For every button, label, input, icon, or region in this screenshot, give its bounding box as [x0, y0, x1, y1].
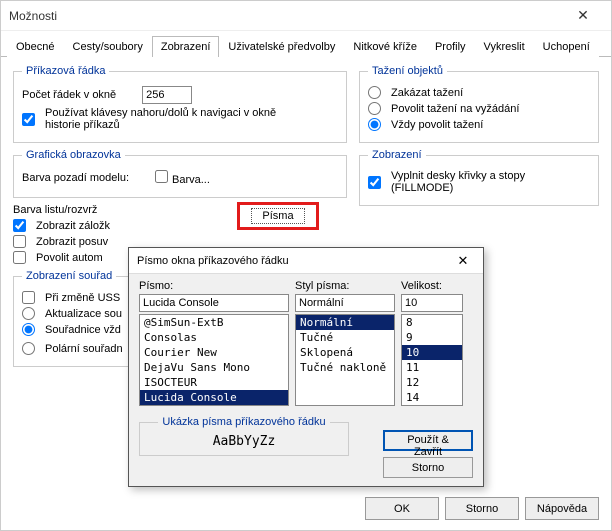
tab-general[interactable]: Obecné — [7, 36, 64, 57]
fillmode-checkbox[interactable] — [368, 176, 381, 189]
tabs-checkbox[interactable] — [13, 219, 26, 232]
legend-drag: Tažení objektů — [368, 65, 447, 77]
options-window: Možnosti ✕ Obecné Cesty/soubory Zobrazen… — [0, 0, 612, 531]
tab-paths[interactable]: Cesty/soubory — [64, 36, 152, 57]
drag-always-label: Vždy povolit tažení — [391, 119, 483, 131]
usekeys-checkbox[interactable] — [22, 113, 35, 126]
font-cancel-button[interactable]: Storno — [383, 457, 473, 478]
fillmode-label: Vyplnit desky křivky a stopy (FILLMODE) — [391, 170, 590, 194]
group-drag: Tažení objektů Zakázat tažení Povolit ta… — [359, 65, 599, 143]
bgcolor-label: Barva pozadí modelu: — [22, 172, 129, 184]
font-label: Písmo: — [139, 280, 289, 292]
tab-render[interactable]: Vykreslit — [475, 36, 534, 57]
list-item[interactable]: Courier New — [140, 345, 288, 360]
size-listbox[interactable]: 8 9 10 11 12 14 — [401, 314, 463, 406]
scroll-checkbox[interactable] — [13, 235, 26, 248]
font-dialog-close-icon[interactable]: ✕ — [451, 253, 475, 269]
list-item[interactable]: Consolas — [140, 330, 288, 345]
list-item[interactable]: ISOCTEUR — [140, 375, 288, 390]
tab-snap[interactable]: Uchopení — [534, 36, 599, 57]
tabstrip: Obecné Cesty/soubory Zobrazení Uživatels… — [1, 31, 611, 57]
list-item[interactable]: Tučné nakloně — [296, 360, 394, 375]
list-item[interactable]: Sklopená — [296, 345, 394, 360]
color-button-label[interactable]: Barva... — [172, 174, 210, 186]
sample-group: Ukázka písma příkazového řádku AaBbYyZz — [139, 416, 349, 456]
list-item[interactable]: Normální — [296, 315, 394, 330]
fonts-button[interactable]: Písma — [251, 208, 304, 224]
sheet-color-label: Barva listu/rozvrž — [13, 204, 97, 216]
drag-none-radio[interactable] — [368, 86, 381, 99]
size-input[interactable] — [401, 294, 463, 312]
tab-profiles[interactable]: Profily — [426, 36, 475, 57]
list-item[interactable]: Tučné — [296, 330, 394, 345]
list-item[interactable]: 8 — [402, 315, 462, 330]
list-item[interactable]: @SimSun-ExtB — [140, 315, 288, 330]
update-radio[interactable] — [22, 307, 35, 320]
close-icon[interactable]: ✕ — [563, 2, 603, 30]
list-item[interactable]: 12 — [402, 375, 462, 390]
group-view: Zobrazení Vyplnit desky křivky a stopy (… — [359, 149, 599, 206]
usekeys-label: Používat klávesy nahoru/dolů k navigaci … — [45, 107, 305, 131]
style-listbox[interactable]: Normální Tučné Sklopená Tučné nakloně — [295, 314, 395, 406]
tabs-label: Zobrazit záložk — [36, 220, 110, 232]
drag-none-label: Zakázat tažení — [391, 87, 463, 99]
tab-crosshair[interactable]: Nitkové kříže — [344, 36, 426, 57]
fonts-highlight: Písma — [237, 202, 319, 230]
legend-commandline: Příkazová řádka — [22, 65, 109, 77]
color-checkbox[interactable] — [155, 170, 168, 183]
sample-text: AaBbYyZz — [146, 434, 342, 449]
drag-demand-label: Povolit tažení na vyžádání — [391, 103, 519, 115]
titlebar: Možnosti ✕ — [1, 1, 611, 31]
font-dialog-titlebar: Písmo okna příkazového řádku ✕ — [129, 248, 483, 274]
list-item[interactable]: 14 — [402, 390, 462, 405]
polar-radio[interactable] — [22, 342, 35, 355]
apply-close-button[interactable]: Použít & Zavřít — [383, 430, 473, 451]
list-item[interactable]: 10 — [402, 345, 462, 360]
update-label: Aktualizace sou — [45, 308, 122, 320]
cancel-button[interactable]: Storno — [445, 497, 519, 520]
font-input[interactable] — [139, 294, 289, 312]
tab-userprefs[interactable]: Uživatelské předvolby — [219, 36, 344, 57]
always-radio[interactable] — [22, 323, 35, 336]
ok-button[interactable]: OK — [365, 497, 439, 520]
size-label: Velikost: — [401, 280, 463, 292]
window-title: Možnosti — [9, 9, 563, 23]
group-commandline: Příkazová řádka Počet řádek v okně Použí… — [13, 65, 347, 143]
ucs-label: Při změně USS — [45, 292, 120, 304]
list-item[interactable]: 11 — [402, 360, 462, 375]
dialog-buttons: OK Storno Nápověda — [365, 497, 599, 520]
rows-label: Počet řádek v okně — [22, 89, 116, 101]
drag-demand-radio[interactable] — [368, 102, 381, 115]
style-input[interactable] — [295, 294, 395, 312]
list-item[interactable]: 9 — [402, 330, 462, 345]
legend-coord: Zobrazení souřad — [22, 270, 116, 282]
legend-view: Zobrazení — [368, 149, 426, 161]
font-listbox[interactable]: @SimSun-ExtB Consolas Courier New DejaVu… — [139, 314, 289, 406]
tab-content: Příkazová řádka Počet řádek v okně Použí… — [1, 57, 611, 530]
rows-input[interactable] — [142, 86, 192, 104]
always-label: Souřadnice vžd — [45, 324, 121, 336]
scroll-label: Zobrazit posuv — [36, 236, 108, 248]
list-item[interactable]: DejaVu Sans Mono — [140, 360, 288, 375]
drag-always-radio[interactable] — [368, 118, 381, 131]
auto-checkbox[interactable] — [13, 251, 26, 264]
help-button[interactable]: Nápověda — [525, 497, 599, 520]
font-dialog: Písmo okna příkazového řádku ✕ Písmo: @S… — [128, 247, 484, 487]
list-item[interactable]: Lucida Console — [140, 390, 288, 405]
style-label: Styl písma: — [295, 280, 395, 292]
ucs-checkbox[interactable] — [22, 291, 35, 304]
auto-label: Povolit autom — [36, 252, 103, 264]
polar-label: Polární souřadn — [45, 343, 123, 355]
tab-display[interactable]: Zobrazení — [152, 36, 220, 57]
font-dialog-title: Písmo okna příkazového řádku — [137, 255, 451, 267]
sample-legend: Ukázka písma příkazového řádku — [158, 416, 329, 428]
group-graphics: Grafická obrazovka Barva pozadí modelu: … — [13, 149, 347, 198]
legend-graphics: Grafická obrazovka — [22, 149, 125, 161]
